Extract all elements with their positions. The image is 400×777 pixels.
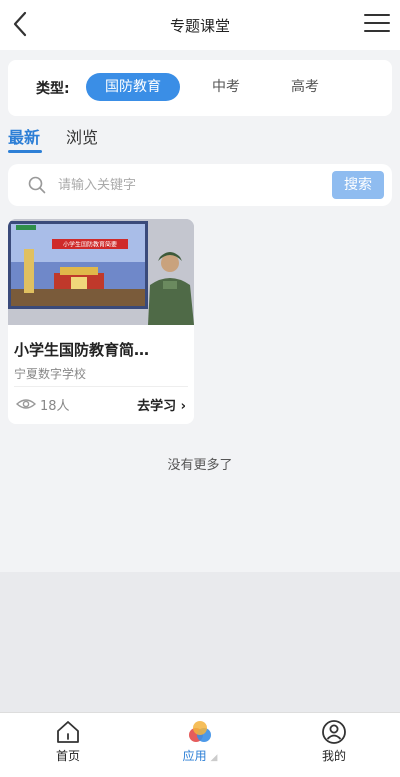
type-chip-gaokao[interactable]: 高考 <box>270 73 340 101</box>
course-thumbnail-image: 小学生国防教育简要 <box>8 219 194 325</box>
home-icon <box>57 721 79 743</box>
menu-icon-line <box>364 14 390 16</box>
search-bar: 搜索 <box>8 164 392 206</box>
search-button[interactable]: 搜索 <box>332 171 384 199</box>
tab-latest[interactable]: 最新 <box>8 124 40 148</box>
type-filter: 类型: 国防教育 中考 高考 <box>8 60 392 116</box>
list-end-text: 没有更多了 <box>167 458 233 473</box>
menu-icon-line <box>364 22 390 24</box>
go-study-link[interactable]: 去学习 › <box>137 395 186 414</box>
profile-icon <box>322 720 346 744</box>
apps-icon <box>189 721 211 742</box>
type-chip-national-defense[interactable]: 国防教育 <box>86 73 180 101</box>
nav-apps-label: 应用 ◢ <box>170 747 230 764</box>
view-count: 18人 <box>40 399 70 414</box>
nav-mine-label: 我的 <box>321 749 346 763</box>
type-label: 类型: <box>36 81 70 97</box>
course-thumbnail: 小学生国防教育简要 <box>8 219 194 325</box>
nav-apps[interactable]: 应用 ◢ <box>170 719 230 764</box>
course-school: 宁夏数字学校 <box>14 367 87 381</box>
menu-icon-line <box>364 30 390 32</box>
search-icon <box>28 176 46 194</box>
nav-home-label: 首页 <box>55 749 80 763</box>
top-bar: 专题课堂 <box>0 0 400 50</box>
page-title: 专题课堂 <box>169 17 230 35</box>
go-study-label: 去学习 <box>137 399 177 414</box>
nav-mine[interactable]: 我的 <box>304 719 364 764</box>
course-title: 小学生国防教育简… <box>14 341 150 359</box>
empty-area <box>0 572 400 712</box>
bottom-nav: 首页 应用 ◢ 我的 <box>0 712 400 777</box>
chevron-right-icon: › <box>180 399 186 414</box>
active-tab-indicator <box>8 150 42 153</box>
course-card[interactable]: 小学生国防教育简要 小学生国防教育简… 宁夏数字学校 18人 去学习 › <box>8 219 194 424</box>
eye-icon <box>16 399 36 409</box>
type-chip-zhongkao[interactable]: 中考 <box>196 73 256 101</box>
nav-apps-text: 应用 <box>182 749 207 763</box>
card-divider <box>14 386 188 387</box>
menu-button[interactable] <box>364 14 390 36</box>
tab-browse[interactable]: 浏览 <box>66 124 98 148</box>
thumbnail-caption: 小学生国防教育简要 <box>63 241 117 249</box>
search-input[interactable] <box>58 174 318 196</box>
corner-triangle-icon: ◢ <box>210 753 218 763</box>
nav-home[interactable]: 首页 <box>38 719 98 764</box>
